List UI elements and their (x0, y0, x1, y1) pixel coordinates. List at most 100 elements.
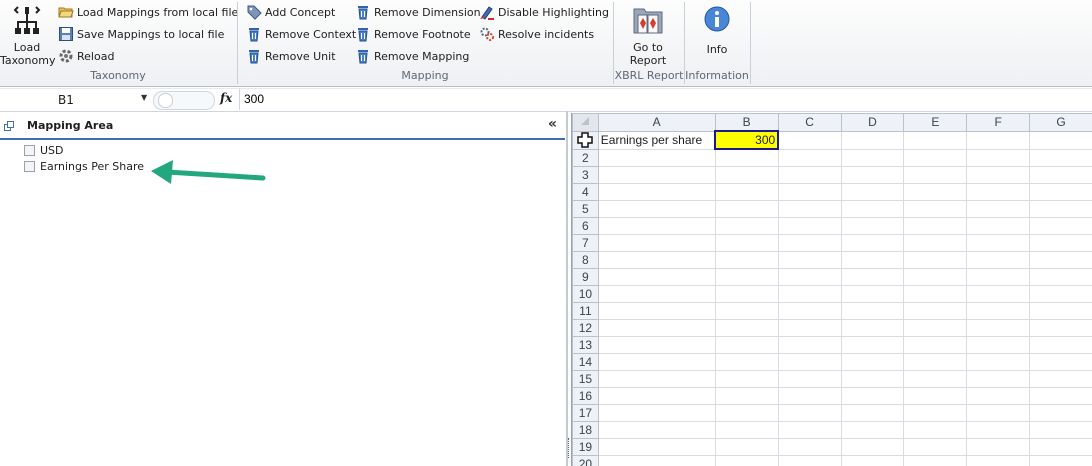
cell[interactable] (966, 370, 1031, 388)
cell[interactable] (714, 302, 779, 320)
cell[interactable] (966, 200, 1031, 218)
cell[interactable] (903, 455, 968, 466)
cell[interactable] (597, 438, 716, 456)
cell[interactable] (714, 251, 779, 269)
cell[interactable] (840, 438, 905, 456)
cell[interactable] (840, 130, 905, 150)
cell[interactable] (714, 268, 779, 286)
cell[interactable] (777, 200, 842, 218)
row-header[interactable]: 10 (572, 285, 599, 303)
row-header[interactable]: 7 (572, 234, 599, 252)
float-window-icon[interactable] (4, 121, 14, 131)
cell[interactable] (966, 285, 1031, 303)
cell[interactable] (777, 148, 842, 167)
formula-input[interactable] (244, 90, 1084, 108)
cell[interactable] (597, 251, 716, 269)
disable-highlighting-button[interactable]: Disable Highlighting (479, 4, 609, 20)
cell[interactable] (840, 387, 905, 405)
cell[interactable] (597, 302, 716, 320)
cell[interactable] (777, 404, 842, 422)
cell[interactable] (840, 455, 905, 466)
row-header[interactable]: 3 (572, 166, 599, 184)
tree-item-earnings-per-share[interactable]: Earnings Per Share (24, 158, 144, 174)
cell[interactable] (777, 268, 842, 286)
earnings-per-share-checkbox[interactable] (24, 160, 35, 172)
remove-context-button[interactable]: Remove Context (246, 26, 356, 42)
column-header-b[interactable]: B (714, 113, 779, 132)
cell[interactable] (966, 183, 1031, 201)
remove-unit-button[interactable]: Remove Unit (246, 48, 336, 64)
cell[interactable] (966, 319, 1031, 337)
cell[interactable] (1029, 130, 1092, 150)
cell[interactable] (1029, 200, 1092, 218)
cell[interactable] (903, 421, 968, 439)
cell[interactable] (1029, 455, 1092, 466)
cell[interactable] (903, 217, 968, 235)
cell[interactable] (1029, 336, 1092, 354)
chevron-down-icon[interactable]: ▼ (141, 93, 147, 102)
cell[interactable] (1029, 421, 1092, 439)
cell[interactable] (966, 217, 1031, 235)
cell[interactable] (840, 336, 905, 354)
cell[interactable] (777, 353, 842, 371)
cell[interactable] (1029, 387, 1092, 405)
cell[interactable] (777, 319, 842, 337)
cell[interactable] (777, 370, 842, 388)
cell[interactable] (840, 285, 905, 303)
cell[interactable] (903, 336, 968, 354)
row-header[interactable]: 16 (572, 387, 599, 405)
cell[interactable] (714, 438, 779, 456)
cell-b1[interactable]: 300 (714, 130, 780, 150)
cell[interactable] (840, 370, 905, 388)
cell[interactable] (1029, 166, 1092, 184)
cell[interactable] (903, 166, 968, 184)
row-header[interactable]: 11 (572, 302, 599, 320)
row-header[interactable]: 4 (572, 183, 599, 201)
cell[interactable] (597, 148, 716, 167)
cell[interactable] (714, 166, 779, 184)
cell[interactable] (1029, 404, 1092, 422)
cell[interactable] (597, 285, 716, 303)
row-header[interactable]: 19 (572, 438, 599, 456)
row-header[interactable]: 8 (572, 251, 599, 269)
cell[interactable] (597, 370, 716, 388)
cell[interactable] (714, 148, 779, 167)
cell[interactable] (966, 421, 1031, 439)
cell[interactable] (903, 387, 968, 405)
splitter-handle[interactable] (158, 93, 173, 108)
cell[interactable] (1029, 217, 1092, 235)
remove-mapping-button[interactable]: Remove Mapping (355, 48, 469, 64)
column-header-g[interactable]: G (1029, 113, 1092, 132)
cell[interactable] (1029, 234, 1092, 252)
cell[interactable] (840, 183, 905, 201)
cell[interactable] (714, 285, 779, 303)
cell[interactable] (966, 251, 1031, 269)
cell[interactable] (966, 148, 1031, 167)
cell[interactable] (840, 404, 905, 422)
cell[interactable] (903, 353, 968, 371)
cell-a1[interactable]: Earnings per share (597, 130, 716, 150)
cell[interactable] (966, 130, 1031, 150)
cell[interactable] (903, 404, 968, 422)
cell[interactable] (903, 370, 968, 388)
cell[interactable] (966, 353, 1031, 371)
cell[interactable] (966, 404, 1031, 422)
cell[interactable] (714, 404, 779, 422)
reload-button[interactable]: Reload (58, 48, 114, 64)
tree-item-usd[interactable]: USD (24, 142, 64, 158)
row-header[interactable]: 18 (572, 421, 599, 439)
cell[interactable] (966, 438, 1031, 456)
cell[interactable] (777, 217, 842, 235)
row-header[interactable]: 20 (572, 455, 599, 466)
load-mappings-button[interactable]: Load Mappings from local file (58, 4, 238, 20)
column-header-f[interactable]: F (966, 113, 1031, 132)
cell[interactable] (840, 302, 905, 320)
row-header[interactable]: 14 (572, 353, 599, 371)
cell[interactable] (903, 302, 968, 320)
cell[interactable] (903, 200, 968, 218)
cell[interactable] (1029, 285, 1092, 303)
cell[interactable] (1029, 319, 1092, 337)
cell[interactable] (840, 217, 905, 235)
cell[interactable] (903, 285, 968, 303)
cell[interactable] (840, 319, 905, 337)
